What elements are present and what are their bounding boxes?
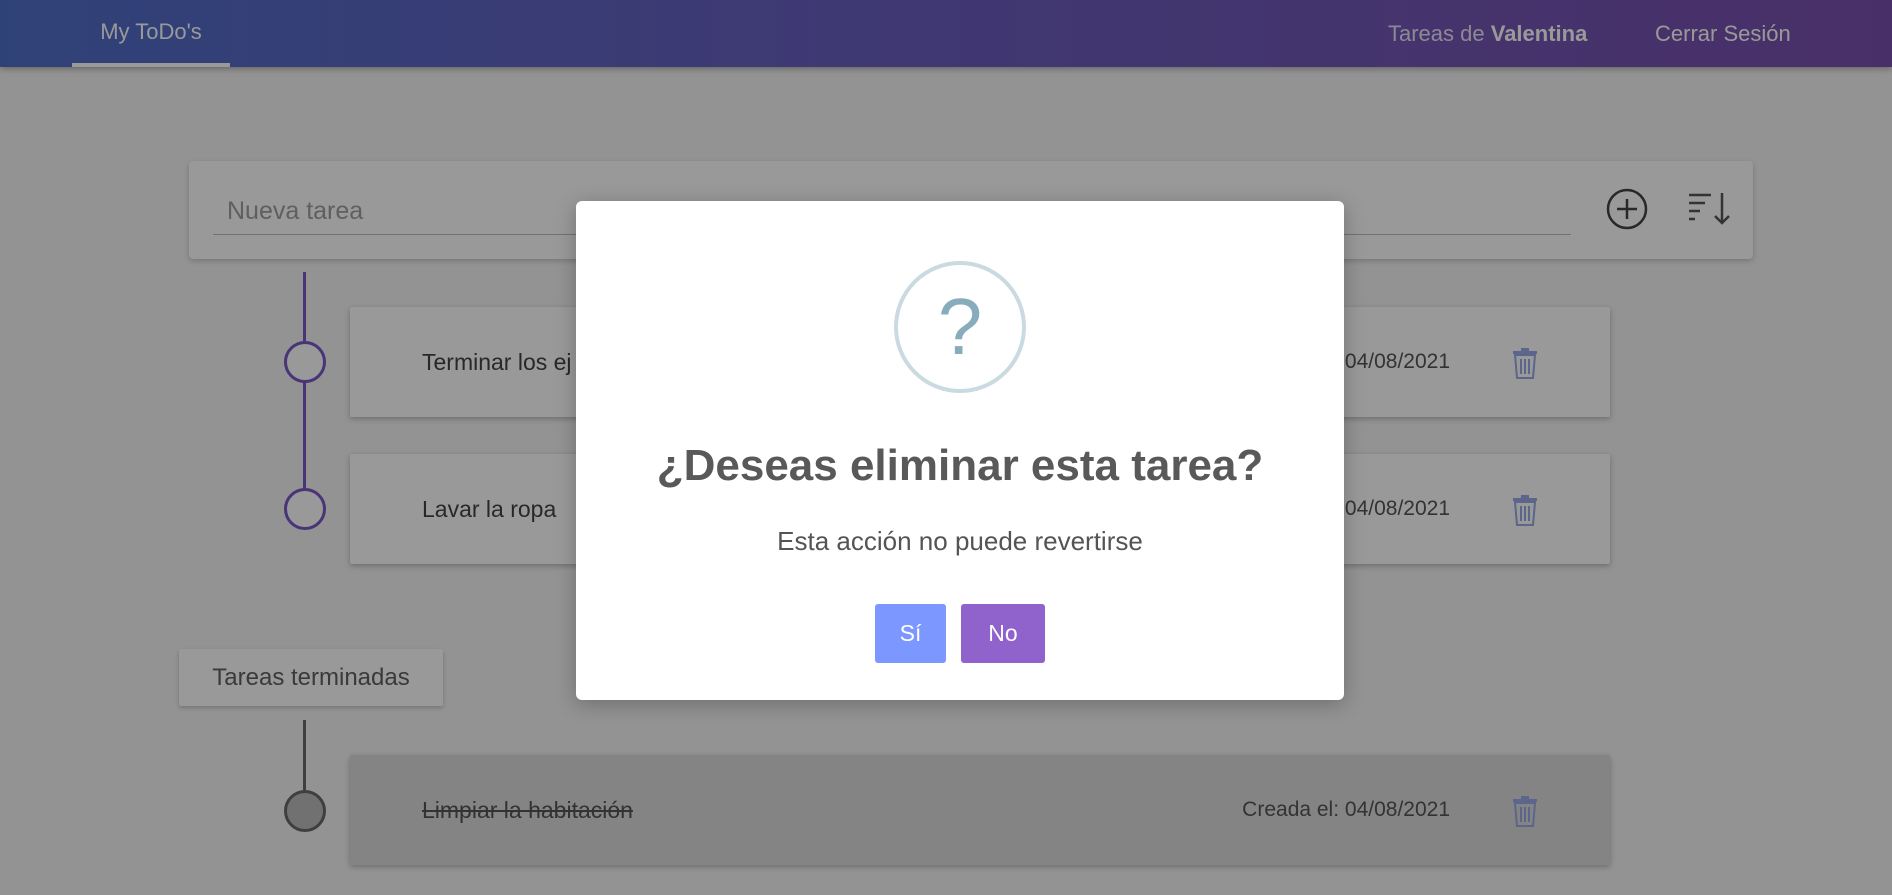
page: My ToDo's Tareas de Valentina Cerrar Ses… bbox=[0, 0, 1892, 895]
delete-confirm-dialog: ? ¿Deseas eliminar esta tarea? Esta acci… bbox=[576, 201, 1344, 700]
cancel-button[interactable]: No bbox=[961, 604, 1045, 663]
dialog-title: ¿Deseas eliminar esta tarea? bbox=[656, 441, 1264, 490]
confirm-button[interactable]: Sí bbox=[875, 604, 946, 663]
question-icon: ? bbox=[894, 261, 1026, 393]
dialog-text: Esta acción no puede revertirse bbox=[777, 526, 1143, 556]
